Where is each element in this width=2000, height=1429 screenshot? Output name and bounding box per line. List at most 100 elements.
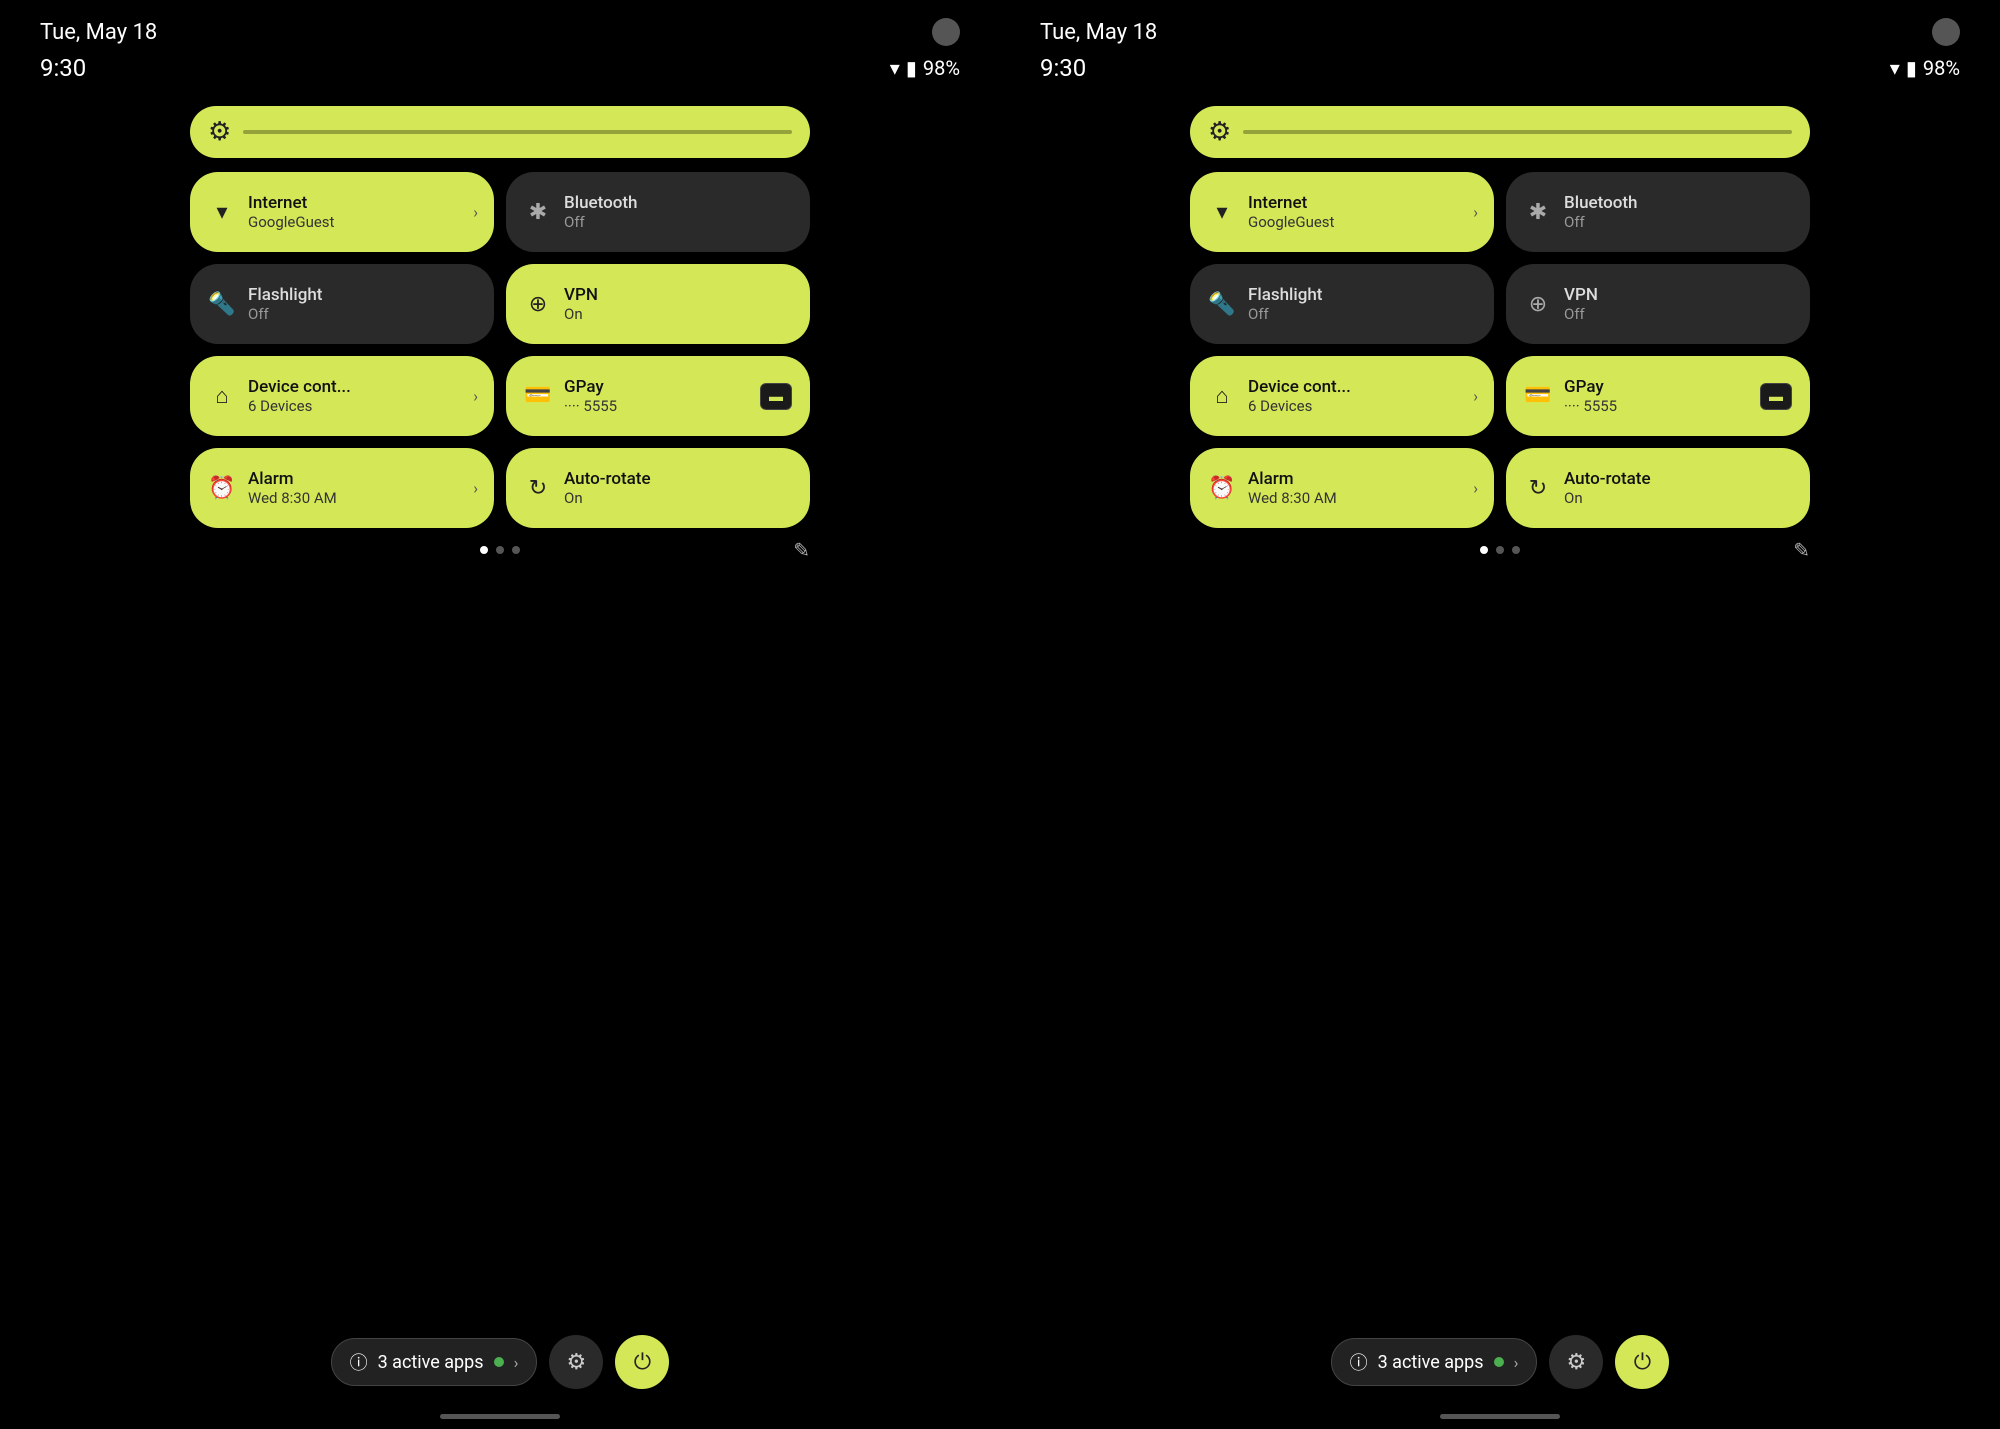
tile-vpn-text-2: VPN Off xyxy=(1564,285,1598,323)
tile-autorotate-1[interactable]: ↻ Auto-rotate On xyxy=(506,448,810,528)
power-btn-2[interactable]: ⏻ xyxy=(1615,1335,1669,1389)
settings-icon-1: ⚙ xyxy=(567,1350,587,1375)
settings-btn-1[interactable]: ⚙ xyxy=(549,1335,603,1389)
tile-flashlight-sub-1: Off xyxy=(248,305,322,323)
settings-btn-2[interactable]: ⚙ xyxy=(1549,1335,1603,1389)
tile-device-label-2: Device cont... xyxy=(1248,377,1351,397)
tile-gpay-text-2: GPay ···· 5555 xyxy=(1564,377,1617,415)
tile-vpn-label-2: VPN xyxy=(1564,285,1598,305)
tile-flashlight-1[interactable]: 🔦 Flashlight Off xyxy=(190,264,494,344)
brightness-track-1 xyxy=(243,130,792,134)
active-dot-1 xyxy=(494,1357,504,1367)
tile-vpn-2[interactable]: ⊕ VPN Off xyxy=(1506,264,1810,344)
dot-2-2 xyxy=(1496,546,1504,554)
brightness-track-2 xyxy=(1243,130,1792,134)
status-icons-1: ▾ ▮ 98% xyxy=(890,56,960,80)
tile-alarm-arrow-2[interactable]: › xyxy=(1473,479,1478,498)
active-dot-2 xyxy=(1494,1357,1504,1367)
power-icon-2: ⏻ xyxy=(1634,1350,1651,1375)
tile-autorotate-text-1: Auto-rotate On xyxy=(564,469,651,507)
camera-circle-1 xyxy=(932,18,960,46)
tile-flashlight-2[interactable]: 🔦 Flashlight Off xyxy=(1190,264,1494,344)
battery-text-2: 98% xyxy=(1923,56,1960,80)
tile-flashlight-label-2: Flashlight xyxy=(1248,285,1322,305)
vpn-icon-2: ⊕ xyxy=(1524,292,1552,317)
tile-flashlight-text-2: Flashlight Off xyxy=(1248,285,1322,323)
tile-alarm-label-2: Alarm xyxy=(1248,469,1337,489)
tile-device-2[interactable]: ⌂ Device cont... 6 Devices › xyxy=(1190,356,1494,436)
tile-gpay-2[interactable]: 💳 GPay ···· 5555 ▬ xyxy=(1506,356,1810,436)
tile-alarm-2[interactable]: ⏰ Alarm Wed 8:30 AM › xyxy=(1190,448,1494,528)
tile-device-arrow-1[interactable]: › xyxy=(473,387,478,406)
status-bar-1: Tue, May 18 xyxy=(0,0,1000,46)
tile-gpay-label-1: GPay xyxy=(564,377,617,397)
dot-1-3 xyxy=(512,546,520,554)
tile-device-label-1: Device cont... xyxy=(248,377,351,397)
brightness-bar-1[interactable]: ⚙ xyxy=(190,106,810,158)
gpay-card-chip-2: ▬ xyxy=(1760,383,1792,410)
brightness-icon-1: ⚙ xyxy=(208,117,231,147)
tile-internet-text-1: Internet GoogleGuest xyxy=(248,193,334,231)
gpay-icon-1: 💳 xyxy=(524,383,552,408)
qs-panel-1: ⚙ ▾ Internet GoogleGuest › ✱ xyxy=(190,106,810,554)
bluetooth-icon-2: ✱ xyxy=(1524,200,1552,225)
dot-2-3 xyxy=(1512,546,1520,554)
tile-alarm-1[interactable]: ⏰ Alarm Wed 8:30 AM › xyxy=(190,448,494,528)
tile-gpay-1[interactable]: 💳 GPay ···· 5555 ▬ xyxy=(506,356,810,436)
edit-icon-1[interactable]: ✎ xyxy=(793,538,810,562)
home-indicator-2 xyxy=(1440,1414,1560,1419)
power-btn-1[interactable]: ⏻ xyxy=(615,1335,669,1389)
status-bar2-2: 9:30 ▾ ▮ 98% xyxy=(1000,46,2000,82)
tile-vpn-text-1: VPN On xyxy=(564,285,598,323)
panel-1: Tue, May 18 9:30 ▾ ▮ 98% ⚙ xyxy=(0,0,1000,1429)
tile-device-arrow-2[interactable]: › xyxy=(1473,387,1478,406)
tile-vpn-sub-1: On xyxy=(564,305,598,323)
brightness-icon-2: ⚙ xyxy=(1208,117,1231,147)
tile-autorotate-text-2: Auto-rotate On xyxy=(1564,469,1651,507)
tile-alarm-text-2: Alarm Wed 8:30 AM xyxy=(1248,469,1337,507)
time-2: 9:30 xyxy=(1040,54,1086,82)
tile-device-sub-2: 6 Devices xyxy=(1248,397,1351,415)
dot-1-2 xyxy=(496,546,504,554)
tile-internet-arrow-2[interactable]: › xyxy=(1473,203,1478,222)
tile-alarm-arrow-1[interactable]: › xyxy=(473,479,478,498)
vpn-icon-1: ⊕ xyxy=(524,292,552,317)
bottom-bar-2: ⓘ 3 active apps › ⚙ ⏻ xyxy=(1000,1335,2000,1389)
device-icon-2: ⌂ xyxy=(1208,383,1236,409)
tile-gpay-sub-1: ···· 5555 xyxy=(564,397,617,415)
brightness-bar-2[interactable]: ⚙ xyxy=(1190,106,1810,158)
tile-vpn-1[interactable]: ⊕ VPN On xyxy=(506,264,810,344)
tile-autorotate-2[interactable]: ↻ Auto-rotate On xyxy=(1506,448,1810,528)
wifi-icon-1: ▾ xyxy=(890,56,900,80)
active-apps-pill-1[interactable]: ⓘ 3 active apps › xyxy=(331,1338,538,1386)
dot-2-active xyxy=(1480,546,1488,554)
gpay-left-2: 💳 GPay ···· 5555 xyxy=(1524,377,1617,415)
tile-bluetooth-2[interactable]: ✱ Bluetooth Off xyxy=(1506,172,1810,252)
tile-autorotate-label-1: Auto-rotate xyxy=(564,469,651,489)
gpay-left-1: 💳 GPay ···· 5555 xyxy=(524,377,617,415)
active-apps-pill-2[interactable]: ⓘ 3 active apps › xyxy=(1331,1338,1538,1386)
gpay-card-chip-1: ▬ xyxy=(760,383,792,410)
tile-device-1[interactable]: ⌂ Device cont... 6 Devices › xyxy=(190,356,494,436)
panels-container: Tue, May 18 9:30 ▾ ▮ 98% ⚙ xyxy=(0,0,2000,1429)
date-1: Tue, May 18 xyxy=(40,20,157,45)
tile-internet-2[interactable]: ▾ Internet GoogleGuest › xyxy=(1190,172,1494,252)
battery-icon-2: ▮ xyxy=(1906,56,1917,80)
panel-2: Tue, May 18 9:30 ▾ ▮ 98% ⚙ xyxy=(1000,0,2000,1429)
edit-icon-2[interactable]: ✎ xyxy=(1793,538,1810,562)
flashlight-icon-1: 🔦 xyxy=(208,292,236,317)
tile-vpn-label-1: VPN xyxy=(564,285,598,305)
tile-internet-1[interactable]: ▾ Internet GoogleGuest › xyxy=(190,172,494,252)
pill-arrow-2: › xyxy=(1514,1353,1519,1372)
tile-bluetooth-sub-1: Off xyxy=(564,213,638,231)
bottom-bar-1: ⓘ 3 active apps › ⚙ ⏻ xyxy=(0,1335,1000,1389)
tile-autorotate-sub-2: On xyxy=(1564,489,1651,507)
info-icon-1: ⓘ xyxy=(350,1349,368,1375)
wifi-tile-icon-1: ▾ xyxy=(208,200,236,225)
tile-bluetooth-text-2: Bluetooth Off xyxy=(1564,193,1638,231)
gpay-icon-2: 💳 xyxy=(1524,383,1552,408)
tile-device-sub-1: 6 Devices xyxy=(248,397,351,415)
tile-internet-arrow-1[interactable]: › xyxy=(473,203,478,222)
tile-bluetooth-1[interactable]: ✱ Bluetooth Off xyxy=(506,172,810,252)
battery-text-1: 98% xyxy=(923,56,960,80)
